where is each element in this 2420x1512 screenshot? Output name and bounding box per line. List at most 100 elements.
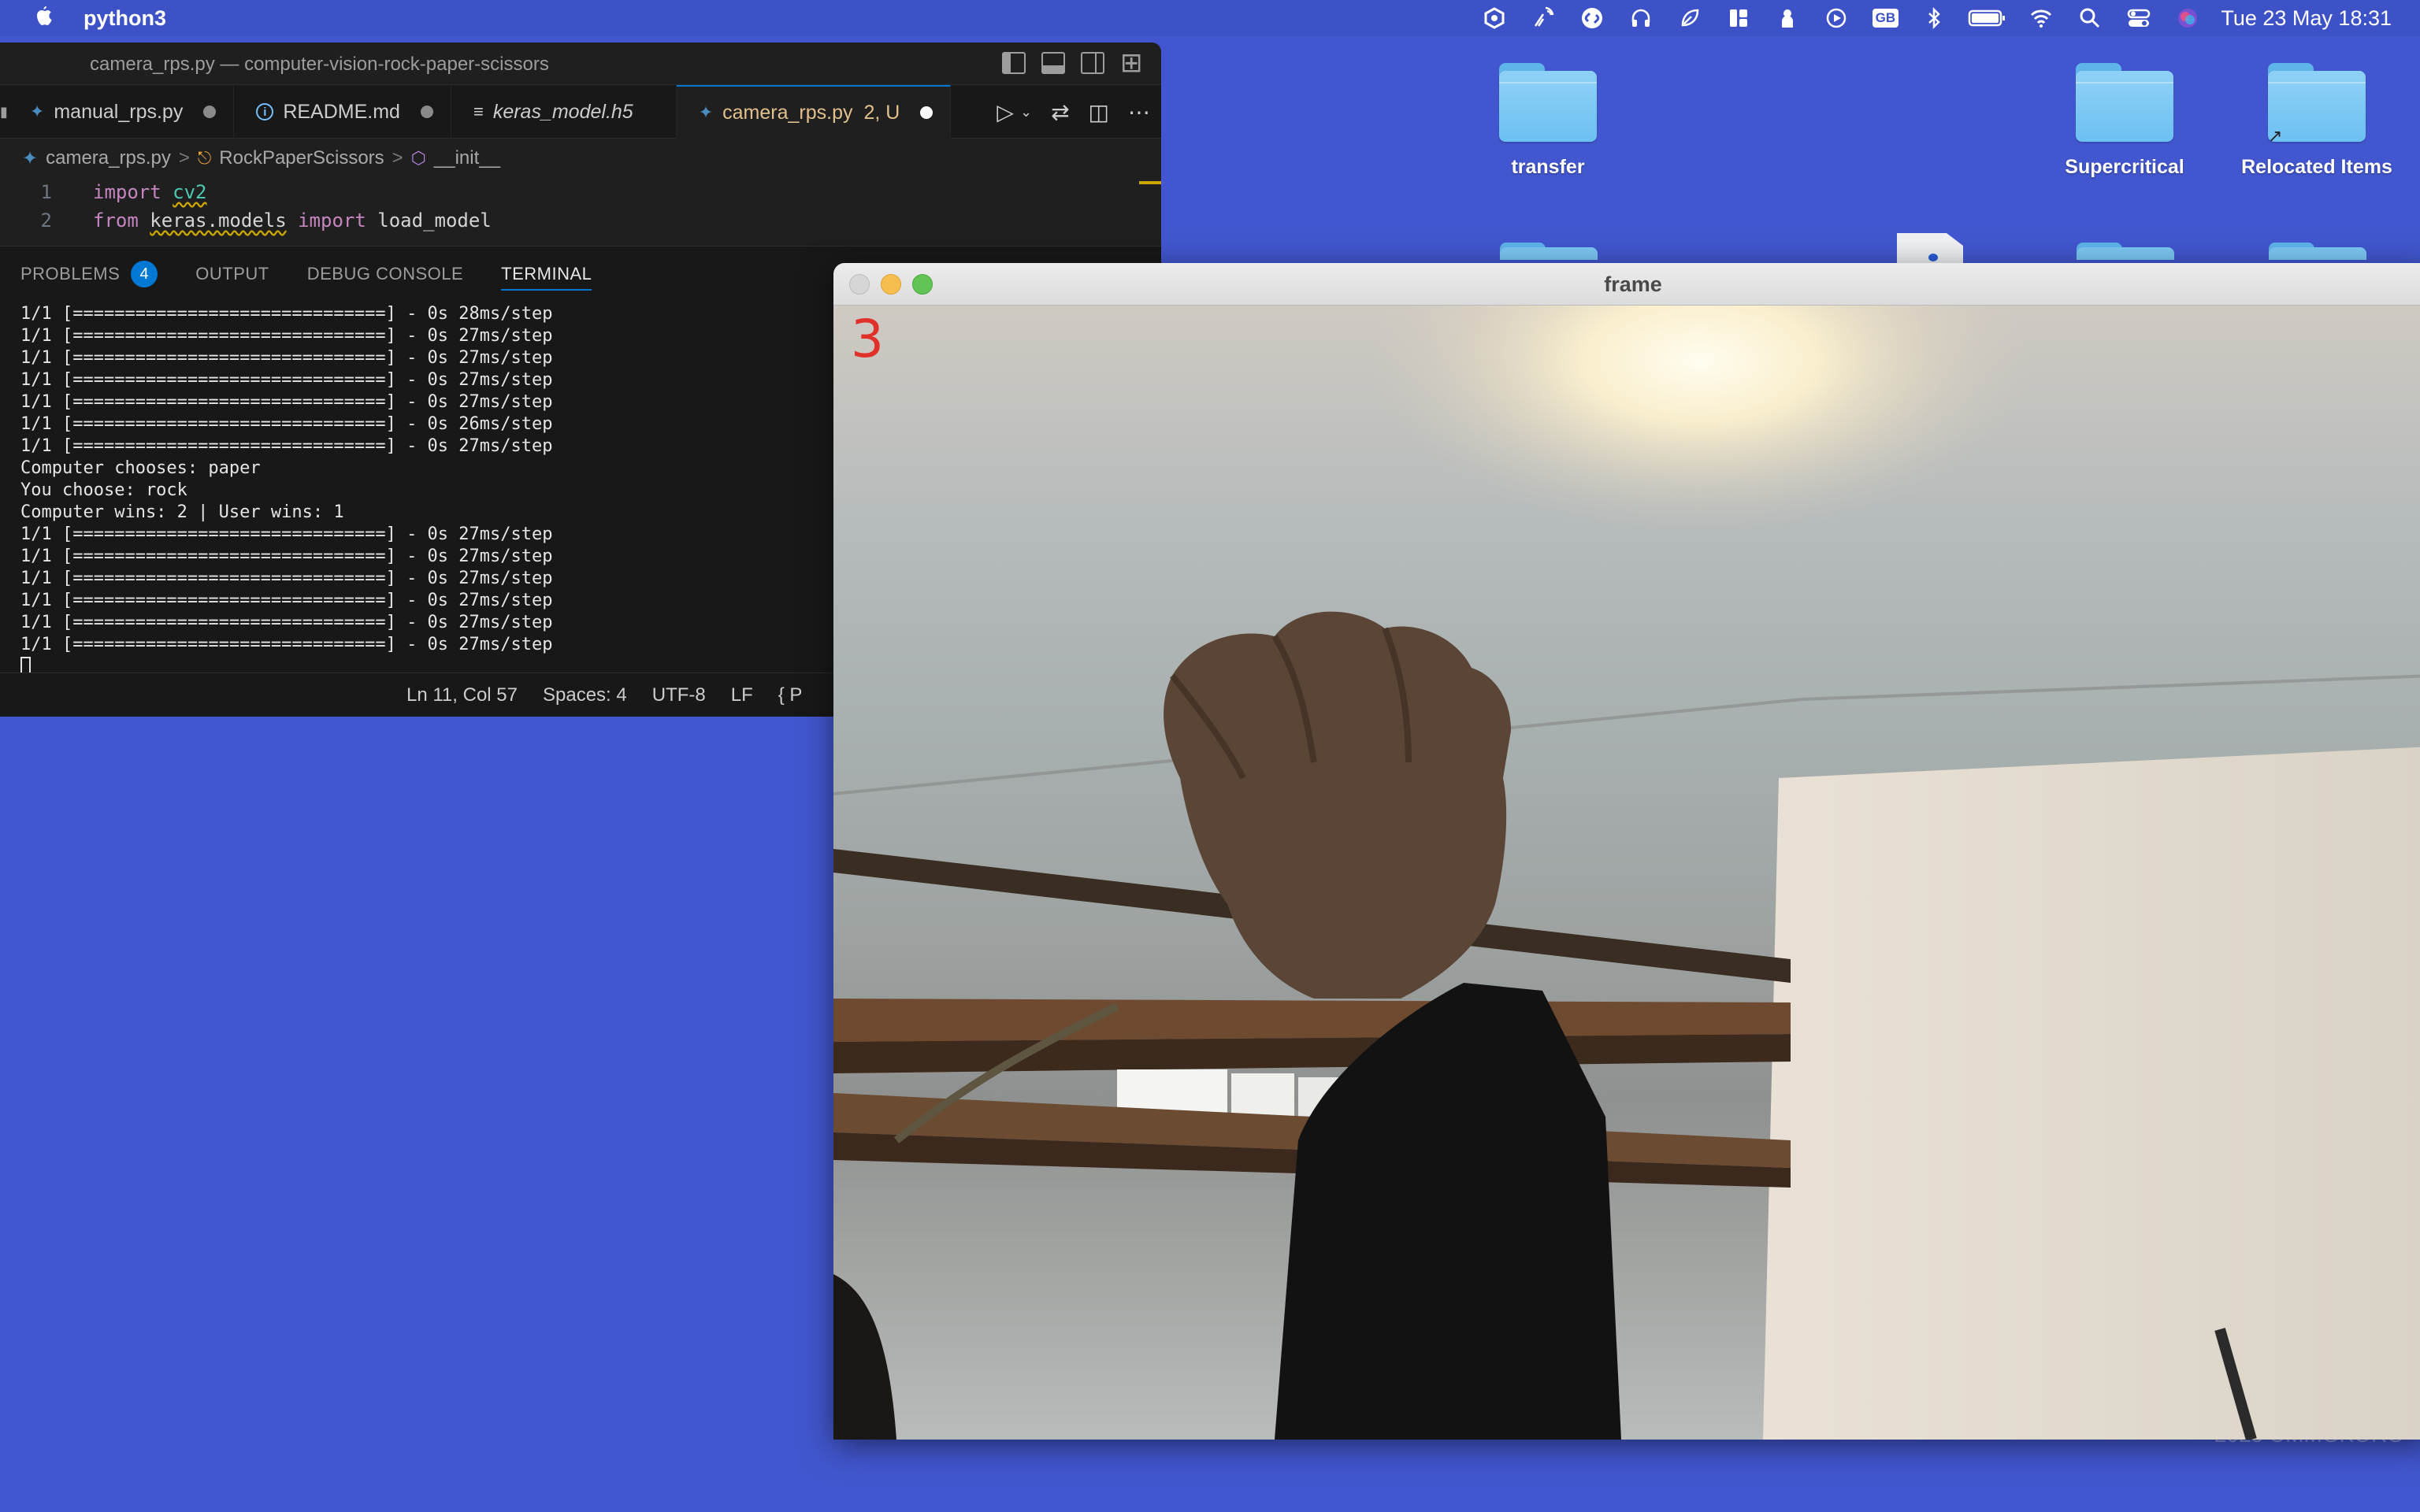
code-editor[interactable]: 1 import cv2 2 from keras.models import … [0,178,1161,244]
frame-titlebar[interactable]: frame [833,263,2420,306]
headphones-icon[interactable] [1625,6,1657,31]
folder-icon[interactable] [2077,243,2174,260]
rocket-icon[interactable] [1772,6,1803,31]
chevron-right-icon: > [178,147,190,169]
toggle-sidebar-icon[interactable] [1002,52,1026,74]
desktop-folder-supercritical[interactable]: Supercritical [2026,63,2223,179]
app-name-menu[interactable]: python3 [84,6,166,31]
python-icon: ✦ [22,147,39,169]
tab-label: keras_model.h5 [492,100,633,123]
widgets-icon[interactable] [1723,6,1754,31]
breadcrumb-method[interactable]: __init__ [434,147,500,169]
bluetooth-icon[interactable] [1918,6,1950,31]
breadcrumb-class[interactable]: RockPaperScissors [219,147,384,169]
code-line[interactable]: 1 import cv2 [0,178,1161,206]
problems-count-badge: 4 [131,261,158,287]
tab-problems[interactable]: PROBLEMS 4 [20,246,158,302]
menu-bar: python3 GB Tue 23 May 18:31 [0,0,2420,36]
toggle-panel-icon[interactable] [1041,52,1065,74]
split-editor-icon[interactable]: ◫ [1089,99,1109,125]
end-of-line[interactable]: LF [731,684,753,706]
compare-changes-icon[interactable]: ⇄ [1051,99,1069,125]
apple-menu-icon[interactable] [32,6,55,31]
tab-label: camera_rps.py [722,101,853,124]
gb-input-icon[interactable]: GB [1869,6,1901,31]
breadcrumb-file[interactable]: camera_rps.py [46,147,171,169]
desktop-item-label: Supercritical [2065,156,2184,178]
tab-readme[interactable]: i README.md [234,85,451,139]
tab-output[interactable]: OUTPUT [195,246,269,302]
python-icon: ✦ [29,102,45,121]
desktop-folder-relocated-items[interactable]: ↗ Relocated Items [2218,63,2415,179]
folder-icon [2076,63,2173,142]
tab-label: README.md [283,100,400,123]
chevron-right-icon: > [392,147,403,169]
unsaved-dot-icon[interactable] [420,106,433,118]
siri-icon[interactable] [2172,6,2203,31]
desktop-item-label: Relocated Items [2241,156,2392,178]
line-number: 2 [40,209,52,232]
shazam-icon[interactable] [1576,6,1608,31]
code-identifier: load_model [377,209,492,232]
play-icon[interactable] [1821,6,1852,31]
encoding[interactable]: UTF-8 [652,684,706,706]
frame-title: frame [1604,272,1662,296]
alias-arrow-icon: ↗ [2268,126,2283,146]
more-actions-icon[interactable]: ⋯ [1128,99,1150,125]
menu-clock[interactable]: Tue 23 May 18:31 [2221,6,2392,31]
method-icon: ⬡ [410,148,426,168]
line-number: 1 [40,181,52,203]
list-icon: ≡ [473,102,484,121]
camera-feed-image: 3 [833,306,2420,1440]
document-icon[interactable] [1897,233,1963,265]
tab-label: manual_rps.py [54,100,184,123]
indentation[interactable]: Spaces: 4 [543,684,627,706]
unsaved-dot-icon[interactable] [920,106,933,119]
input-source-label: GB [1872,9,1899,28]
tab-overflow-icon: ▮ [0,103,8,120]
info-icon: i [256,103,274,120]
language-mode[interactable]: { P [778,684,803,706]
folder-icon [1499,63,1597,142]
tab-debug-console[interactable]: DEBUG CONSOLE [307,246,463,302]
desktop-item-label: transfer [1511,156,1585,178]
status-tray: GB Tue 23 May 18:31 [1461,0,2392,36]
breadcrumb: ✦ camera_rps.py > ⎋ RockPaperScissors > … [0,139,1161,178]
minimap-indicator [1139,181,1161,184]
antenna-icon[interactable] [1527,6,1559,31]
chevron-down-icon[interactable]: ⌄ [1020,104,1032,120]
customize-layout-icon[interactable] [1120,47,1144,79]
editor-tabs: ▮ ✦ manual_rps.py i README.md ≡ keras_mo… [0,85,1161,139]
tab-problem-status: 2, U [863,101,900,124]
control-center-icon[interactable] [2123,6,2155,31]
countdown-number: 3 [851,309,884,369]
leaf-icon[interactable] [1674,6,1706,31]
unsaved-dot-icon[interactable] [203,106,217,118]
python-icon: ✦ [698,102,714,122]
hexagon-icon[interactable] [1479,6,1510,31]
spotlight-icon[interactable] [2074,6,2106,31]
code-keyword: import [93,181,161,203]
tab-camera-rps[interactable]: ✦ camera_rps.py 2, U [676,85,952,139]
tab-label: PROBLEMS [20,264,121,284]
wifi-icon[interactable] [2025,6,2057,31]
code-keyword: import [298,209,366,232]
run-icon[interactable]: ▷ [997,99,1014,125]
frame-window: frame 3 [833,263,2420,1440]
cursor-position[interactable]: Ln 11, Col 57 [406,684,518,706]
window-title: camera_rps.py — computer-vision-rock-pap… [90,54,549,75]
tab-manual-rps[interactable]: ▮ ✦ manual_rps.py [0,85,235,139]
toggle-secondary-sidebar-icon[interactable] [1081,52,1104,74]
code-module: keras.models [150,209,287,232]
folder-icon[interactable] [1500,243,1598,260]
desktop-folder-transfer[interactable]: transfer [1449,63,1646,179]
vscode-titlebar[interactable]: camera_rps.py — computer-vision-rock-pap… [0,43,1161,85]
code-line[interactable]: 2 from keras.models import load_model [0,206,1161,235]
class-icon: ⎋ [197,148,212,168]
battery-icon[interactable] [1967,6,2008,31]
tab-terminal[interactable]: TERMINAL [501,246,592,302]
code-module: cv2 [173,181,207,203]
tab-keras-model[interactable]: ≡ keras_model.h5 [451,85,677,139]
folder-icon[interactable] [2269,243,2366,260]
folder-icon: ↗ [2268,63,2366,146]
